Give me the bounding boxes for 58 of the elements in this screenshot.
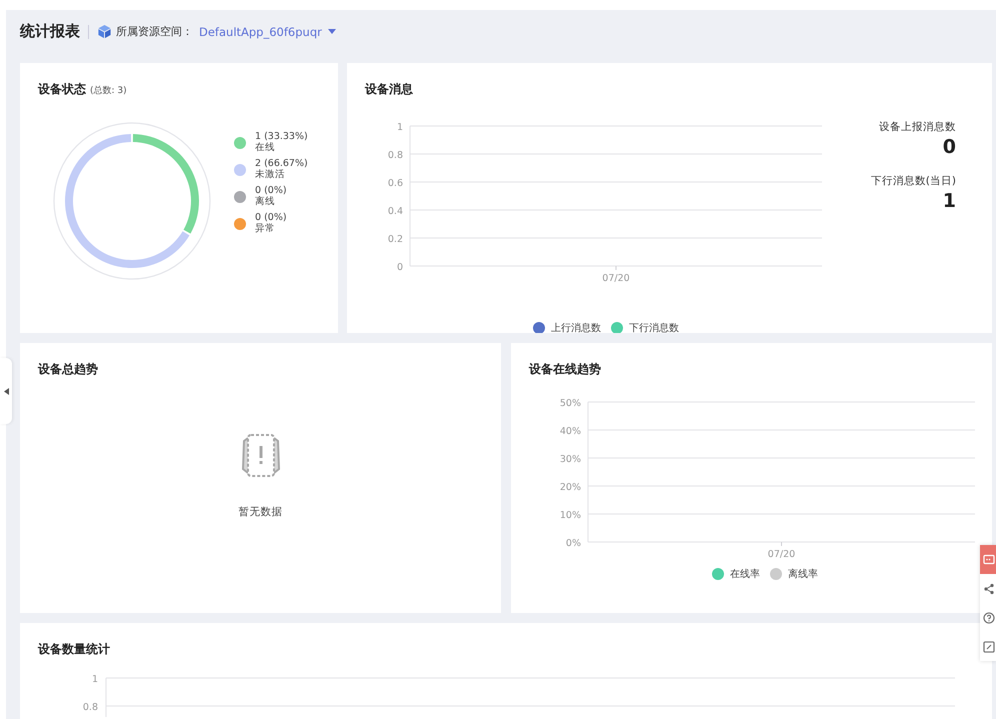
- x-tick-label: 07/20: [768, 549, 796, 560]
- no-data-icon: [240, 433, 282, 479]
- legend-label: 离线率: [788, 568, 818, 581]
- legend-dot: [712, 568, 724, 580]
- y-tick-label: 0%: [566, 538, 581, 549]
- legend-dot: [770, 568, 782, 580]
- legend-label: 下行消息数: [629, 322, 679, 333]
- legend-label: 上行消息数: [551, 322, 601, 333]
- y-tick-label: 1: [92, 674, 98, 685]
- y-tick-label: 10%: [560, 510, 581, 521]
- edit-icon: [983, 640, 995, 652]
- card-title: 设备数量统计: [38, 641, 110, 658]
- y-tick-label: 50%: [560, 398, 581, 409]
- cube-icon: [97, 24, 112, 39]
- y-tick-label: 1: [396, 122, 403, 133]
- y-tick-label: 0.4: [388, 206, 403, 217]
- stat-value: 0: [942, 136, 956, 158]
- resource-space-dropdown[interactable]: DefaultApp_60f6puqr: [199, 24, 336, 38]
- legend-value: 2 (66.67%): [255, 159, 308, 169]
- y-tick-label: 0.6: [388, 178, 403, 189]
- y-tick-label: 0.8: [82, 702, 98, 713]
- y-tick-label: 0.2: [388, 234, 403, 245]
- page-title: 统计报表: [20, 22, 80, 41]
- legend-label: 在线: [255, 142, 276, 153]
- caret-icon: [328, 29, 336, 34]
- chat-icon: [983, 554, 995, 566]
- legend-value: 0 (0%): [255, 213, 287, 223]
- help-icon: [983, 612, 995, 624]
- chat-button[interactable]: [980, 545, 996, 574]
- resource-space-label: 所属资源空间：: [116, 24, 193, 39]
- y-tick-label: 40%: [560, 426, 581, 437]
- stat-value: 1: [942, 190, 956, 212]
- collapse-arrow-icon: [4, 388, 8, 394]
- legend-value: 1 (33.33%): [255, 132, 308, 142]
- legend-label: 未激活: [255, 170, 286, 180]
- stat-label: 设备上报消息数: [879, 120, 956, 134]
- card-title: 设备在线趋势: [529, 361, 601, 378]
- share-icon: [983, 582, 995, 594]
- y-tick-label: 0.8: [388, 150, 403, 161]
- y-tick-label: 20%: [560, 482, 581, 493]
- legend-label: 在线率: [730, 568, 760, 581]
- stat-label: 下行消息数(当日): [870, 174, 956, 188]
- legend-label: 异常: [255, 224, 276, 234]
- x-tick-label: 07/20: [602, 273, 630, 284]
- legend-dot: [611, 322, 623, 333]
- legend-label: 离线: [255, 196, 276, 207]
- share-button[interactable]: [980, 574, 996, 603]
- legend-dot: [533, 322, 545, 333]
- y-tick-label: 0: [396, 262, 403, 273]
- card-title: 设备状态: [38, 81, 86, 98]
- total-count: (总数: 3): [90, 84, 127, 97]
- edit-button[interactable]: [980, 632, 996, 661]
- card-title: 设备总趋势: [38, 361, 98, 378]
- card-title: 设备消息: [365, 81, 413, 98]
- y-tick-label: 30%: [560, 454, 581, 465]
- legend-value: 0 (0%): [255, 186, 287, 196]
- collapse-handle[interactable]: [0, 358, 12, 424]
- no-data-text: 暂无数据: [238, 505, 282, 519]
